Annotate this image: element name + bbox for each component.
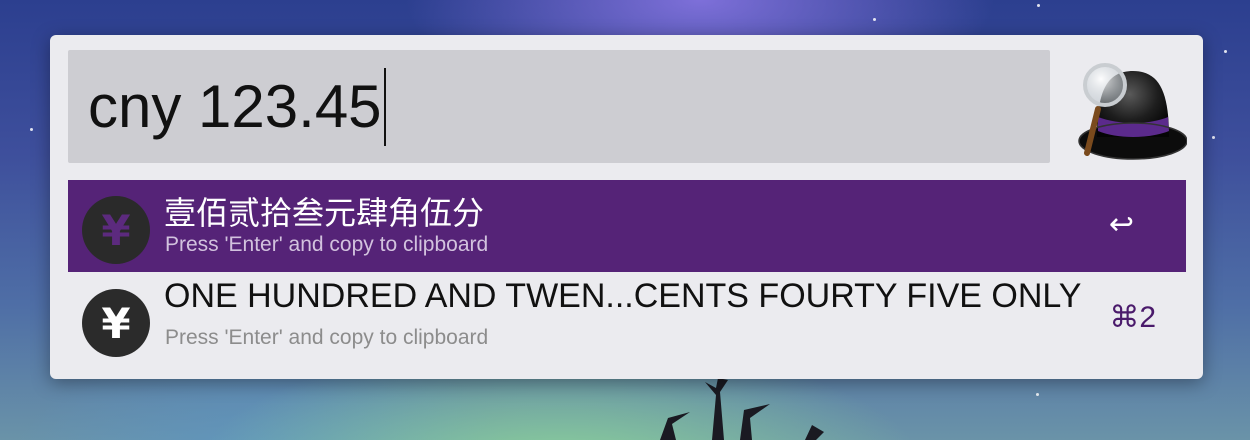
shortcut-hint: ⌘2 (1109, 301, 1156, 334)
search-input[interactable]: cny 123.45 (88, 72, 382, 141)
wallpaper-star (1036, 393, 1039, 396)
alfred-hat-icon[interactable] (1067, 61, 1187, 161)
launcher-panel: cny 123.45 ¥ 壹佰贰拾叁元肆角伍分 Press 'Enter' an… (50, 35, 1203, 379)
wallpaper-star (30, 128, 33, 131)
result-title: ONE HUNDRED AND TWEN...CENTS FOURTY FIVE… (164, 277, 1082, 315)
wallpaper-star (873, 18, 876, 21)
yen-icon: ¥ (82, 196, 150, 264)
result-subtitle: Press 'Enter' and copy to clipboard (165, 233, 489, 256)
return-key-icon: ↩ (1108, 207, 1134, 242)
wallpaper-star (1224, 50, 1227, 53)
result-item[interactable]: ¥ ONE HUNDRED AND TWEN...CENTS FOURTY FI… (68, 273, 1186, 365)
result-item[interactable]: ¥ 壹佰贰拾叁元肆角伍分 Press 'Enter' and copy to c… (68, 180, 1186, 272)
result-subtitle: Press 'Enter' and copy to clipboard (165, 326, 489, 349)
result-title: 壹佰贰拾叁元肆角伍分 (164, 194, 485, 232)
wallpaper-star (1037, 4, 1040, 7)
yen-icon: ¥ (82, 289, 150, 357)
text-caret (383, 67, 386, 146)
search-field[interactable]: cny 123.45 (68, 50, 1050, 163)
wallpaper-star (1212, 136, 1215, 139)
